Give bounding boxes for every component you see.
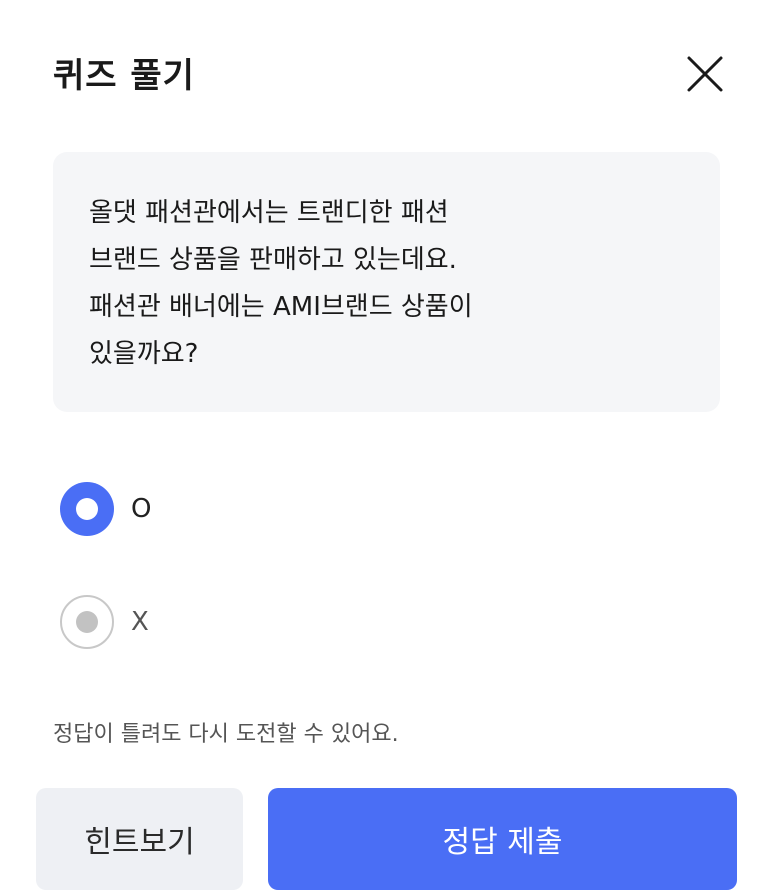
option-label: O — [131, 494, 152, 524]
retry-notice: 정답이 틀려도 다시 도전할 수 있어요. — [53, 722, 399, 747]
hint-button[interactable]: 힌트보기 — [36, 788, 243, 890]
option-x[interactable]: X — [60, 594, 380, 650]
question-line: 있을까요? — [89, 339, 199, 369]
submit-answer-button[interactable]: 정답 제출 — [268, 788, 737, 890]
question-box: 올댓 패션관에서는 트랜디한 패션 브랜드 상품을 판매하고 있는데요. 패션관… — [53, 152, 720, 412]
page-title: 퀴즈 풀기 — [53, 56, 195, 96]
close-icon — [687, 56, 723, 92]
close-button[interactable] — [683, 52, 727, 96]
radio-selected[interactable] — [60, 482, 114, 536]
quiz-sheet: 퀴즈 풀기 올댓 패션관에서는 트랜디한 패션 브랜드 상품을 판매하고 있는데… — [0, 0, 773, 896]
question-line: 올댓 패션관에서는 트랜디한 패션 — [89, 198, 449, 228]
question-line: 브랜드 상품을 판매하고 있는데요. — [89, 245, 457, 275]
radio-dot — [76, 498, 98, 520]
radio-dot — [76, 611, 98, 633]
option-o[interactable]: O — [60, 481, 380, 537]
option-label: X — [131, 607, 149, 637]
radio-unselected[interactable] — [60, 595, 114, 649]
question-line: 패션관 배너에는 AMI브랜드 상품이 — [89, 292, 473, 322]
